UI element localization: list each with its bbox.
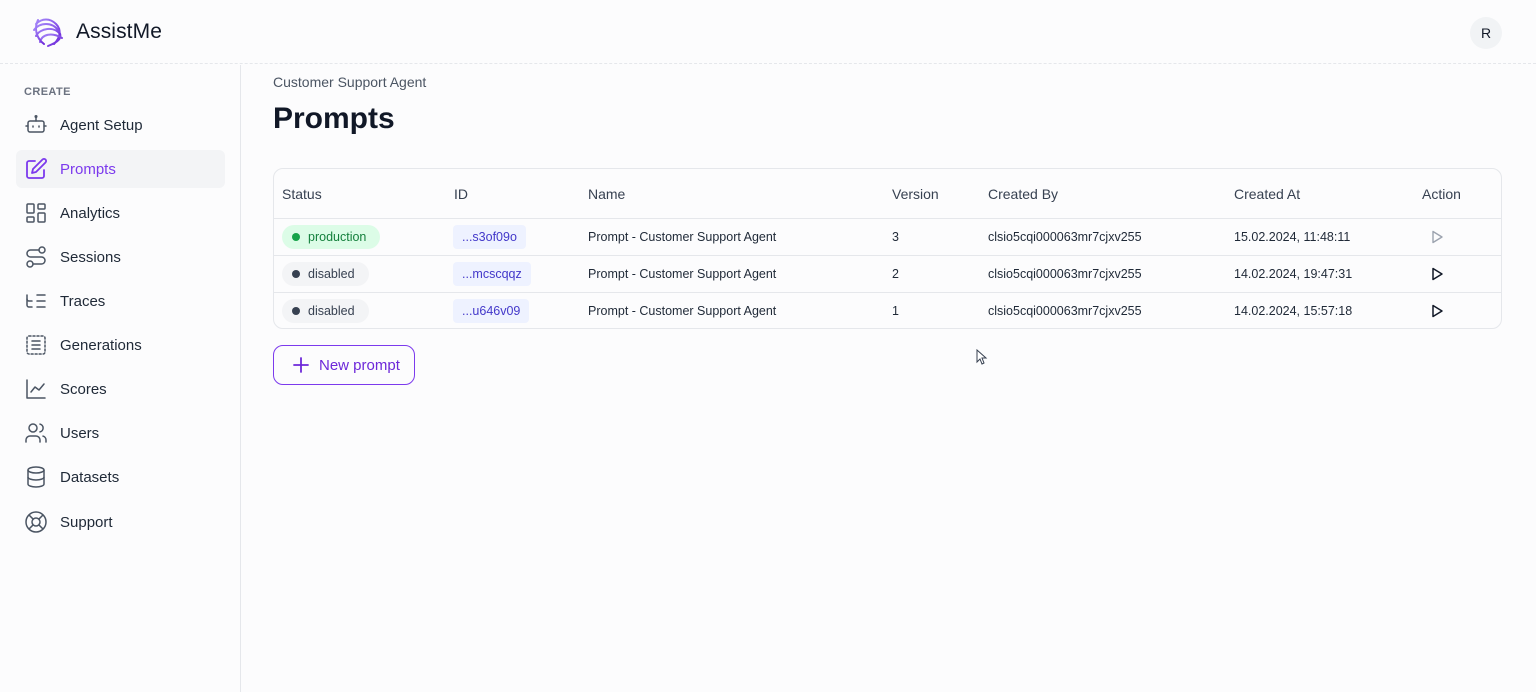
sidebar-item-label: Generations bbox=[60, 336, 142, 354]
sidebar-item-label: Traces bbox=[60, 292, 106, 310]
play-icon[interactable] bbox=[1429, 303, 1445, 319]
status-label: disabled bbox=[308, 304, 355, 318]
sidebar-item-label: Sessions bbox=[60, 248, 121, 266]
prompt-version: 1 bbox=[892, 304, 899, 318]
column-header-created-at[interactable]: Created At bbox=[1234, 186, 1300, 202]
created-by: clsio5cqi000063mr7cjxv255 bbox=[988, 304, 1142, 318]
mouse-cursor-icon bbox=[976, 348, 988, 365]
grid-icon bbox=[24, 201, 48, 225]
column-header-version[interactable]: Version bbox=[892, 186, 939, 202]
sidebar-section-label: CREATE bbox=[24, 86, 71, 98]
page-title: Prompts bbox=[273, 102, 395, 135]
new-prompt-button[interactable]: New prompt bbox=[273, 345, 415, 385]
sidebar-item-prompts[interactable]: Prompts bbox=[16, 150, 225, 188]
sidebar-item-label: Analytics bbox=[60, 204, 121, 222]
sidebar-item-scores[interactable]: Scores bbox=[16, 370, 225, 408]
column-header-action: Action bbox=[1422, 186, 1461, 202]
created-by: clsio5cqi000063mr7cjxv255 bbox=[988, 267, 1142, 281]
breadcrumb[interactable]: Customer Support Agent bbox=[273, 74, 426, 90]
sidebar-item-label: Users bbox=[60, 424, 100, 442]
created-by: clsio5cqi000063mr7cjxv255 bbox=[988, 230, 1142, 244]
prompt-version: 2 bbox=[892, 267, 899, 281]
status-label: production bbox=[308, 230, 367, 244]
sidebar-item-sessions[interactable]: Sessions bbox=[16, 238, 225, 276]
sidebar-item-datasets[interactable]: Datasets bbox=[16, 458, 225, 496]
play-icon[interactable] bbox=[1429, 229, 1445, 245]
column-header-id[interactable]: ID bbox=[454, 186, 468, 202]
sidebar-item-generations[interactable]: Generations bbox=[16, 326, 225, 364]
created-at: 14.02.2024, 19:47:31 bbox=[1234, 267, 1353, 281]
assistme-logo-icon[interactable] bbox=[30, 14, 66, 50]
play-icon[interactable] bbox=[1429, 266, 1445, 282]
status-dot-icon bbox=[292, 307, 300, 315]
line-chart-icon bbox=[24, 377, 48, 401]
prompt-name: Prompt - Customer Support Agent bbox=[588, 230, 777, 244]
top-header: AssistMe R bbox=[0, 0, 1536, 64]
list-box-icon bbox=[24, 333, 48, 357]
table-row[interactable]: disabled ...mcscqqz Prompt - Customer Su… bbox=[274, 255, 1501, 292]
sidebar-item-label: Prompts bbox=[60, 160, 116, 178]
status-dot-icon bbox=[292, 270, 300, 278]
table-row[interactable]: production ...s3of09o Prompt - Customer … bbox=[274, 218, 1501, 255]
edit-icon bbox=[24, 157, 48, 181]
prompt-id-chip[interactable]: ...s3of09o bbox=[453, 225, 526, 249]
sidebar: CREATE Agent Setup Prompts Analytics Ses… bbox=[0, 65, 241, 692]
list-tree-icon bbox=[24, 289, 48, 313]
users-icon bbox=[24, 421, 48, 445]
status-badge: production bbox=[282, 225, 381, 249]
status-badge: disabled bbox=[282, 299, 369, 323]
table-row[interactable]: disabled ...u646v09 Prompt - Customer Su… bbox=[274, 292, 1501, 328]
sidebar-item-traces[interactable]: Traces bbox=[16, 282, 225, 320]
sidebar-item-users[interactable]: Users bbox=[16, 414, 225, 452]
database-icon bbox=[24, 465, 48, 489]
sidebar-item-label: Scores bbox=[60, 380, 107, 398]
user-avatar[interactable]: R bbox=[1470, 17, 1502, 49]
prompt-version: 3 bbox=[892, 230, 899, 244]
lifebuoy-icon bbox=[24, 510, 48, 534]
column-header-name[interactable]: Name bbox=[588, 186, 625, 202]
sidebar-item-label: Datasets bbox=[60, 468, 120, 486]
plus-icon bbox=[292, 356, 310, 374]
created-at: 14.02.2024, 15:57:18 bbox=[1234, 304, 1353, 318]
status-dot-icon bbox=[292, 233, 300, 241]
status-label: disabled bbox=[308, 267, 355, 281]
sidebar-item-label: Support bbox=[60, 513, 113, 531]
column-header-status[interactable]: Status bbox=[282, 186, 322, 202]
route-icon bbox=[24, 245, 48, 269]
new-prompt-label: New prompt bbox=[319, 356, 400, 374]
sidebar-item-agent-setup[interactable]: Agent Setup bbox=[16, 106, 225, 144]
column-header-created-by[interactable]: Created By bbox=[988, 186, 1058, 202]
prompt-name: Prompt - Customer Support Agent bbox=[588, 304, 777, 318]
created-at: 15.02.2024, 11:48:11 bbox=[1234, 230, 1351, 244]
sidebar-item-label: Agent Setup bbox=[60, 116, 143, 134]
prompt-name: Prompt - Customer Support Agent bbox=[588, 267, 777, 281]
prompt-id-chip[interactable]: ...u646v09 bbox=[453, 299, 530, 323]
prompts-table: Status ID Name Version Created By Create… bbox=[273, 168, 1502, 329]
sidebar-item-support[interactable]: Support bbox=[16, 503, 225, 541]
sidebar-item-analytics[interactable]: Analytics bbox=[16, 194, 225, 232]
brand-name: AssistMe bbox=[76, 20, 162, 43]
robot-icon bbox=[24, 113, 48, 137]
status-badge: disabled bbox=[282, 262, 369, 286]
prompt-id-chip[interactable]: ...mcscqqz bbox=[453, 262, 531, 286]
